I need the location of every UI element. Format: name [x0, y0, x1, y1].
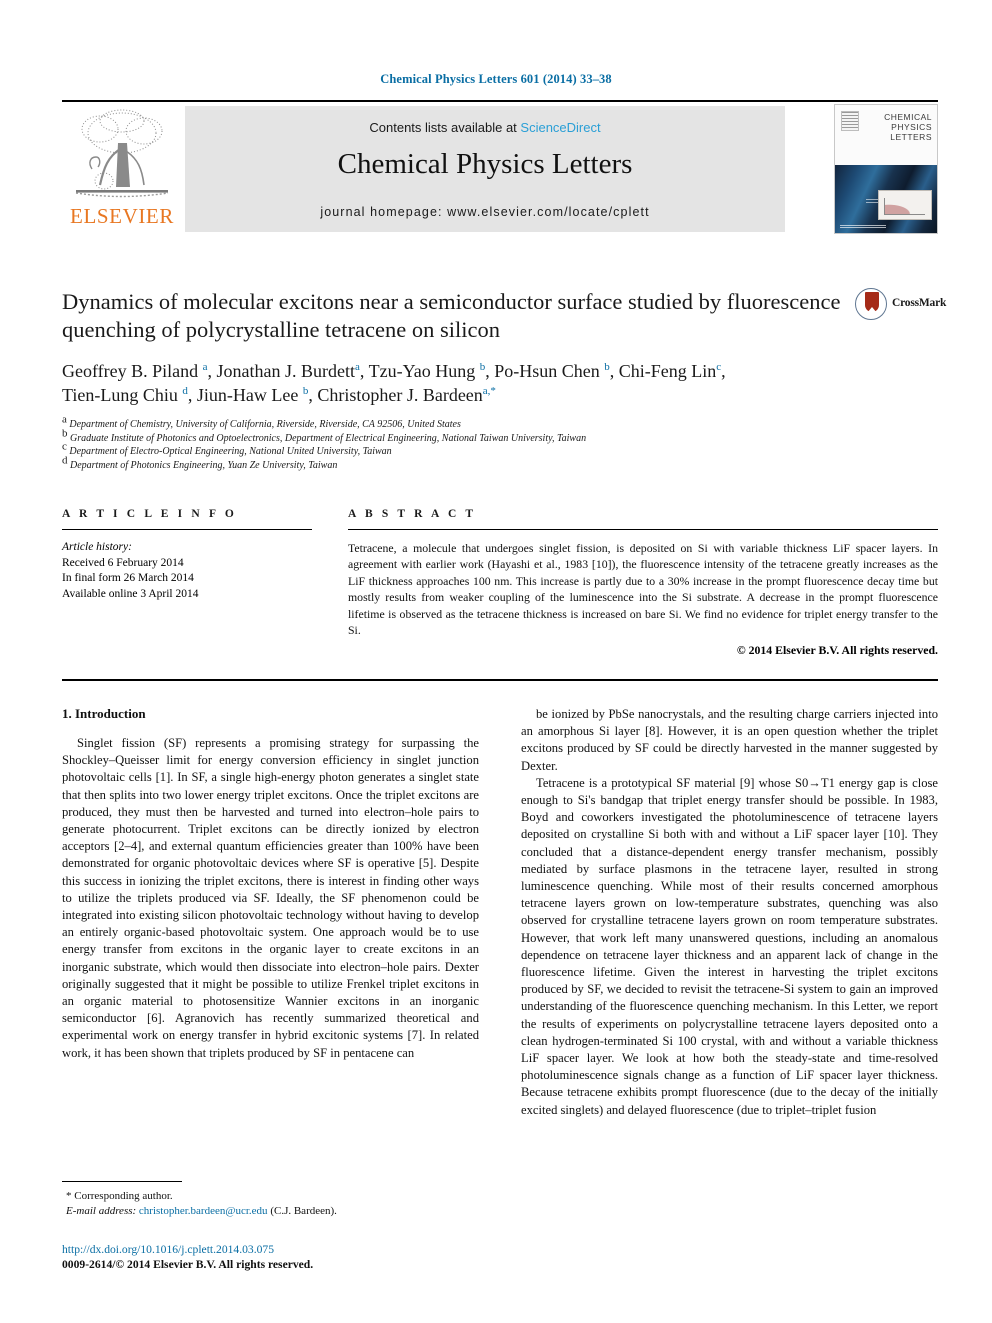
affiliation-item: d Department of Photonics Engineering, Y… — [62, 454, 338, 471]
cover-bottom-half — [835, 165, 937, 233]
article-info-heading: A R T I C L E I N F O — [62, 508, 237, 520]
author-line-1: Geoffrey B. Piland a, Jonathan J. Burdet… — [62, 361, 726, 381]
aff-marker-b: b — [604, 361, 610, 373]
body-column-right: be ionized by PbSe nanocrystals, and the… — [521, 706, 938, 1119]
divider — [348, 529, 938, 530]
affiliation-item: b Graduate Institute of Photonics and Op… — [62, 427, 587, 444]
article-history-label: Article history: — [62, 541, 132, 553]
body-column-left: 1. Introduction Singlet fission (SF) rep… — [62, 706, 479, 1062]
section-heading-introduction: 1. Introduction — [62, 706, 146, 721]
aff-key-c: c — [62, 440, 67, 453]
paragraph: be ionized by PbSe nanocrystals, and the… — [521, 707, 938, 773]
footnote-corresponding-author: * Corresponding author. — [66, 1190, 173, 1202]
aff-marker-b: b — [479, 361, 486, 373]
cover-title-line-2: PHYSICS — [891, 122, 932, 132]
elsevier-wordmark: ELSEVIER — [70, 204, 174, 228]
cover-elsevier-mark-icon — [841, 111, 859, 131]
aff-marker-c: c — [716, 361, 722, 373]
running-head: Chemical Physics Letters 601 (2014) 33–3… — [380, 72, 612, 86]
author-list: Geoffrey B. Piland a, Jonathan J. Burdet… — [62, 359, 844, 407]
affiliation-item: a Department of Chemistry, University of… — [62, 413, 461, 430]
paper-page: Chemical Physics Letters 601 (2014) 33–3… — [0, 0, 992, 1323]
cover-title-line-1: CHEMICAL — [884, 112, 932, 122]
body-divider — [62, 679, 938, 681]
paragraph: Singlet fission (SF) represents a promis… — [62, 736, 479, 1060]
email-owner: (C.J. Bardeen). — [270, 1205, 337, 1217]
crossmark-label: CrossMark — [892, 297, 947, 309]
email-label: E-mail address: — [66, 1205, 137, 1217]
contents-available-line: Contents lists available at ScienceDirec… — [185, 120, 785, 135]
crossmark-shield-icon — [865, 292, 879, 313]
email-link[interactable]: christopher.bardeen@ucr.edu — [139, 1205, 268, 1217]
corresponding-author-footnote: * Corresponding author. E-mail address: … — [62, 1181, 479, 1219]
abstract-text: Tetracene, a molecule that undergoes sin… — [348, 541, 938, 638]
page-footer: http://dx.doi.org/10.1016/j.cplett.2014.… — [62, 1242, 479, 1272]
journal-title: Chemical Physics Letters — [337, 148, 633, 180]
article-history-final-form: In final form 26 March 2014 — [62, 572, 194, 584]
paragraph: Tetracene is a prototypical SF material … — [521, 775, 938, 1117]
page-title: Dynamics of molecular excitons near a se… — [62, 289, 841, 342]
abstract-heading: A B S T R A C T — [348, 508, 477, 520]
cover-inset-figure — [878, 189, 932, 220]
abstract-column: A B S T R A C T Tetracene, a molecule th… — [348, 508, 938, 658]
aff-marker-a-star: a,* — [482, 385, 496, 397]
masthead-band: Contents lists available at ScienceDirec… — [185, 106, 785, 232]
cover-footer-strip — [840, 224, 886, 229]
journal-cover-thumbnail: CHEMICAL PHYSICS LETTERS — [834, 104, 938, 234]
article-history-received: Received 6 February 2014 — [62, 556, 184, 569]
affiliation-list: a Department of Chemistry, University of… — [62, 413, 844, 472]
elsevier-tree-icon — [75, 109, 169, 198]
cover-title-line-3: LETTERS — [890, 132, 932, 142]
aff-key-b: b — [62, 427, 68, 440]
footnote-email-line: E-mail address: christopher.bardeen@ucr.… — [62, 1204, 479, 1219]
journal-homepage-link[interactable]: journal homepage: www.elsevier.com/locat… — [185, 205, 785, 219]
article-history-online: Available online 3 April 2014 — [62, 587, 199, 600]
journal-masthead: ELSEVIER Contents lists available at Sci… — [62, 100, 938, 234]
cover-title-text: CHEMICAL PHYSICS LETTERS — [884, 112, 932, 142]
aff-marker-d: d — [182, 385, 188, 397]
crossmark-disc-icon — [855, 288, 887, 320]
elsevier-logo: ELSEVIER — [62, 107, 182, 232]
contents-prefix: Contents lists available at — [369, 120, 521, 135]
article-info-column: A R T I C L E I N F O Article history: R… — [62, 508, 312, 602]
aff-key-d: d — [62, 454, 68, 467]
crossmark-badge[interactable]: CrossMark — [855, 288, 946, 322]
issn-copyright-line: 0009-2614/© 2014 Elsevier B.V. All right… — [62, 1258, 314, 1271]
footnote-rule — [62, 1181, 182, 1182]
aff-marker-a: a — [202, 361, 208, 373]
divider — [62, 529, 312, 530]
affiliation-item: c Department of Electro-Optical Engineer… — [62, 440, 392, 457]
author-line-2: Tien-Lung Chiu d, Jiun-Haw Lee b, Christ… — [62, 385, 496, 405]
aff-key-a: a — [62, 413, 67, 426]
abstract-copyright: © 2014 Elsevier B.V. All rights reserved… — [736, 643, 938, 658]
article-header: Dynamics of molecular excitons near a se… — [62, 288, 844, 472]
aff-marker-a: a — [355, 361, 360, 373]
sciencedirect-link[interactable]: ScienceDirect — [520, 120, 600, 135]
aff-marker-b: b — [302, 385, 309, 397]
doi-link[interactable]: http://dx.doi.org/10.1016/j.cplett.2014.… — [62, 1242, 479, 1257]
